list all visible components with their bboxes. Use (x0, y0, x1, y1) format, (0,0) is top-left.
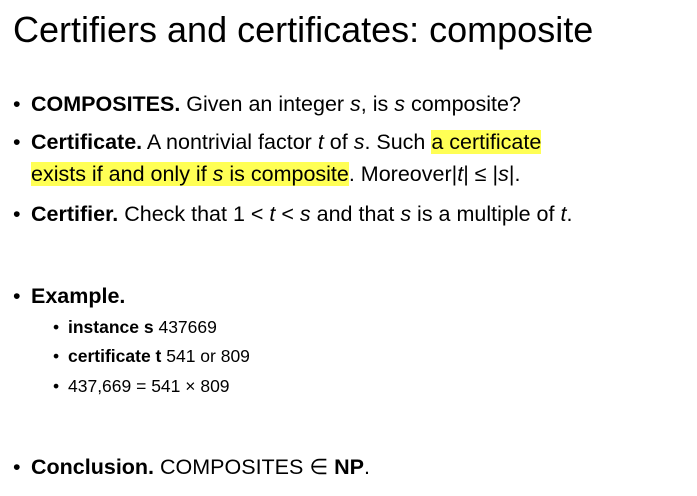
bullet-dot: • (13, 130, 21, 154)
certificate-label: Certificate. (31, 130, 143, 154)
bullet-dot: • (13, 284, 21, 308)
example-item-label: certificate t (68, 346, 162, 366)
bullet-content: Conclusion. COMPOSITES ∈ NP. (31, 454, 370, 481)
composites-text: Given an integer (180, 92, 351, 116)
variable-s: s (498, 162, 509, 186)
bullet-dot: • (13, 202, 21, 226)
certificate-text: . Moreover (348, 162, 452, 186)
sub-bullet-dot: • (53, 376, 60, 396)
bullet-content-line2: exists if and only if s is composite. Mo… (31, 161, 520, 188)
example-item-content: instance s 437669 (68, 316, 217, 338)
example-item-value: 437669 (153, 317, 217, 337)
certifier-text: and that (310, 202, 401, 226)
bullet-content: COMPOSITES. Given an integer s, is s com… (31, 91, 521, 118)
sub-bullet-dot: • (53, 317, 60, 337)
composites-label: COMPOSITES. (31, 92, 181, 116)
certificate-text: A nontrivial factor (142, 130, 318, 154)
highlighted-text-part: exists if and only if (31, 162, 213, 186)
highlighted-text-part: is composite (223, 162, 349, 186)
certificate-text: of (323, 130, 354, 154)
highlighted-text: a certificate (431, 130, 542, 154)
variable-s: s (400, 202, 412, 226)
bullet-content: Certificate. A nontrivial factor t of s.… (31, 129, 542, 156)
variable-s: s (299, 202, 311, 226)
variable-s: s (394, 92, 405, 116)
conclusion-label: Conclusion. (31, 455, 155, 479)
sub-bullet-dot: • (53, 346, 60, 366)
slide: Certifiers and certificates: composite •… (0, 0, 697, 496)
example-item-value: 437,669 = 541 × 809 (68, 376, 230, 396)
certifier-text: Check that 1 < (118, 202, 270, 226)
certifier-text: is a multiple of (411, 202, 561, 226)
example-item-content: certificate t 541 or 809 (68, 345, 250, 367)
certificate-text: . Such (364, 130, 432, 154)
variable-s: s (353, 130, 365, 154)
element-of-symbol: ∈ (309, 455, 329, 479)
certifier-text: < (275, 202, 300, 226)
certifier-label: Certifier. (31, 202, 119, 226)
bullet-content: Certifier. Check that 1 < t < s and that… (31, 201, 572, 228)
variable-s: s (350, 92, 361, 116)
example-label: Example. (31, 284, 126, 308)
np-class: NP (334, 455, 364, 479)
composites-text: , is (360, 92, 395, 116)
period: . (514, 162, 521, 186)
composites-text: composite? (405, 92, 521, 116)
example-item-content: 437,669 = 541 × 809 (68, 375, 230, 397)
leq-symbol: ≤ (468, 162, 493, 186)
example-item-label: instance s (68, 317, 154, 337)
period: . (566, 202, 573, 226)
variable-s: s (212, 162, 224, 186)
conclusion-text: COMPOSITES (154, 455, 310, 479)
bullet-dot: • (13, 455, 21, 479)
period: . (363, 455, 370, 479)
slide-title: Certifiers and certificates: composite (13, 9, 594, 50)
example-item-value: 541 or 809 (161, 346, 250, 366)
bullet-dot: • (13, 92, 21, 116)
highlighted-text: exists if and only if s is composite (31, 162, 349, 186)
